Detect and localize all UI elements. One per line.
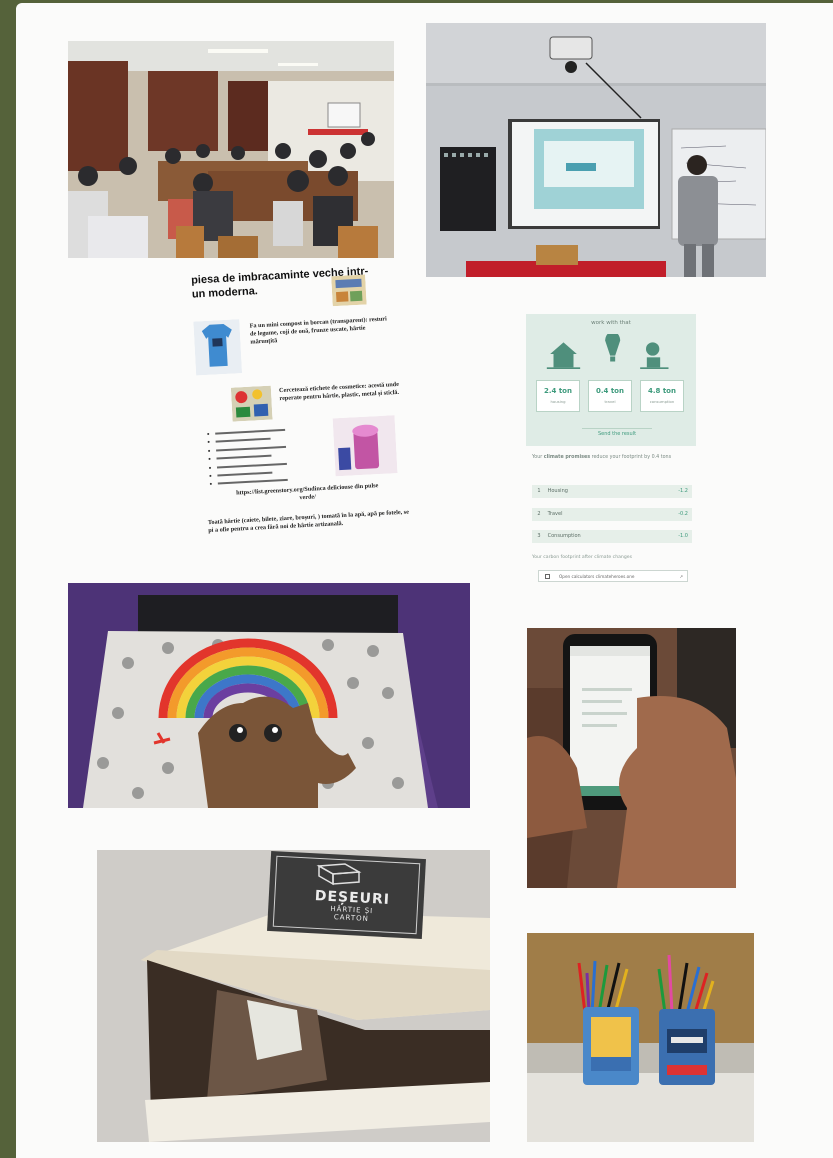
consumption-label: consumption xyxy=(649,399,675,404)
row-value: -0.2 xyxy=(678,511,688,517)
calculator-link-text: Open calculators climateheroes.one xyxy=(559,574,635,579)
box-label-text: DEȘEURI HÂRTIE ȘI CARTON xyxy=(296,887,408,925)
phone-calculator-photo xyxy=(527,628,736,888)
consumption-card: 4.8 ton consumption xyxy=(640,380,684,412)
flyer-stickers-image xyxy=(230,385,273,422)
row-value: -1.0 xyxy=(678,533,688,539)
calculator-heading: work with that xyxy=(591,320,631,326)
row-number: 1 xyxy=(537,488,541,494)
table-row: 2 Travel -0.2 xyxy=(532,508,692,521)
table-row: 1 Housing -1.2 xyxy=(532,485,692,498)
flyer-icon-image xyxy=(331,274,367,307)
calculator-link: Open calculators climateheroes.one ↗ xyxy=(538,570,688,582)
climate-promises-note: Your climate promises reduce your footpr… xyxy=(532,454,692,461)
row-number: 3 xyxy=(537,533,541,539)
flyer-paragraph-2: Cercetează etichete de cosmetice: acestă… xyxy=(278,380,400,403)
flyer-bullet-list xyxy=(207,425,330,490)
pencil-holders-photo xyxy=(527,933,754,1142)
presentation-photo xyxy=(426,23,766,277)
row-number: 2 xyxy=(537,511,541,517)
classroom-photo xyxy=(68,41,394,258)
flyer-smoothie-image xyxy=(332,415,398,477)
note-bold: climate promises xyxy=(543,455,591,460)
flyer-footer: Toată hârtie (caiete, bilete, ziare, bro… xyxy=(207,508,410,535)
row-label: Travel xyxy=(547,511,563,517)
housing-card: 2.4 ton housing xyxy=(536,380,580,412)
row-label: Housing xyxy=(547,488,568,494)
external-link-icon: ↗ xyxy=(679,574,683,579)
housing-label: housing xyxy=(550,399,566,404)
tshirt-art-photo xyxy=(68,583,470,808)
activity-flyer: piesa de imbracaminte veche intr-un mode… xyxy=(184,252,419,563)
travel-card: 0.4 ton travel xyxy=(588,380,632,412)
calculator-footer: Your carbon footprint after climate chan… xyxy=(532,555,632,560)
consumption-value: 4.8 ton xyxy=(648,387,676,395)
row-label: Consumption xyxy=(547,533,581,539)
flyer-paragraph-1: Fa un mini compost in borcan (transparen… xyxy=(249,315,387,346)
carbon-calculator-screenshot: work with that 2.4 ton housing 0.4 ton t… xyxy=(526,314,696,586)
row-value: -1.2 xyxy=(678,488,688,494)
travel-value: 0.4 ton xyxy=(596,387,624,395)
note-suffix: reduce your footprint by 0.4 tons xyxy=(591,455,672,460)
housing-value: 2.4 ton xyxy=(544,387,572,395)
flyer-tshirt-image xyxy=(193,319,243,376)
table-row: 3 Consumption -1.0 xyxy=(532,530,692,543)
note-prefix: Your xyxy=(532,455,543,460)
calculator-illustrations xyxy=(546,334,669,369)
window-icon xyxy=(545,574,550,579)
send-result-button: Send the result xyxy=(582,428,652,440)
recycling-box-photo: DEȘEURI HÂRTIE ȘI CARTON xyxy=(97,850,490,1142)
travel-label: travel xyxy=(604,399,616,404)
